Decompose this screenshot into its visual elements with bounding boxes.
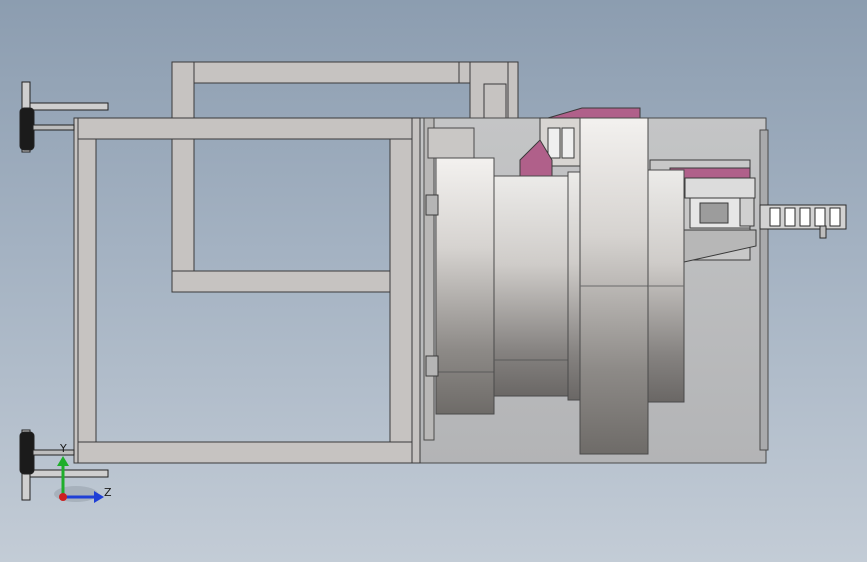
drum-right xyxy=(579,117,649,455)
drum-spacer xyxy=(567,171,581,401)
cad-model-view[interactable] xyxy=(0,0,867,562)
triad-z-arrow xyxy=(94,491,104,503)
chain-guide xyxy=(759,204,847,239)
cad-viewport[interactable]: Y Z xyxy=(0,0,867,562)
triad-x-origin xyxy=(59,493,67,501)
drum-left xyxy=(435,157,495,415)
drum-right-hub xyxy=(647,169,685,403)
drum-middle xyxy=(493,175,569,397)
triad-y-label: Y xyxy=(60,442,67,455)
triad-y-arrow xyxy=(57,456,69,466)
triad-z-label: Z xyxy=(104,486,112,499)
